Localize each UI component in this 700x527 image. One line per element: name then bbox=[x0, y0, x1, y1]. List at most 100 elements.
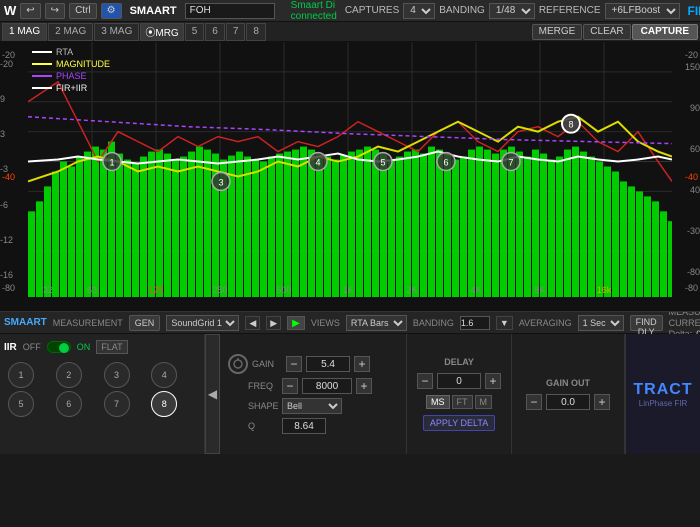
iir-toggle[interactable] bbox=[47, 341, 71, 353]
gain-out-minus-button[interactable]: − bbox=[526, 394, 542, 410]
svg-text:7: 7 bbox=[508, 158, 513, 168]
redo-button[interactable]: ↪ bbox=[45, 3, 65, 19]
clear-button[interactable]: CLEAR bbox=[583, 24, 630, 40]
q-input[interactable]: 8.64 bbox=[282, 418, 326, 434]
legend-rta-label: RTA bbox=[56, 47, 73, 57]
ctrl-button[interactable]: Ctrl bbox=[69, 3, 97, 19]
tab-2mag[interactable]: 2 MAG bbox=[48, 23, 93, 41]
y-axis-right: 150 90 60 40 -30 -80 bbox=[672, 42, 700, 297]
main-display: RTA MAGNITUDE PHASE FIR+IIR -20 9 3 -3 -… bbox=[0, 42, 700, 312]
legend-rta-line bbox=[32, 51, 52, 53]
averaging-label: AVERAGING bbox=[519, 318, 572, 328]
iir-label: IIR bbox=[4, 342, 17, 353]
connection-status: Smaart Di connected bbox=[291, 0, 337, 22]
tab-5[interactable]: 5 bbox=[185, 23, 205, 41]
node-1[interactable]: 1 bbox=[8, 362, 34, 388]
legend-magnitude-label: MAGNITUDE bbox=[56, 59, 110, 69]
delay-controls: − 0 + bbox=[417, 373, 501, 389]
averaging-select[interactable]: 1 Sec bbox=[578, 315, 624, 331]
node-5[interactable]: 5 bbox=[8, 391, 34, 417]
banding-down-button[interactable]: ▼ bbox=[496, 316, 513, 330]
legend-phase-label: PHASE bbox=[56, 71, 87, 81]
gain-out-input[interactable]: 0.0 bbox=[546, 394, 590, 410]
banding-label: BANDING bbox=[439, 5, 485, 16]
measurement-label: MEASUREMENT bbox=[53, 318, 123, 328]
svg-text:5: 5 bbox=[380, 158, 385, 168]
reference-select[interactable]: +6LFBoost bbox=[605, 3, 680, 19]
delay-plus-button[interactable]: + bbox=[485, 373, 501, 389]
tract-label: TRACT bbox=[633, 381, 692, 399]
shape-select[interactable]: Bell bbox=[282, 398, 342, 414]
svg-text:250: 250 bbox=[213, 285, 228, 295]
measurement-bar: SMAART MEASUREMENT GEN SoundGrid 1 ◀ ▶ ▶… bbox=[0, 312, 700, 334]
capture-button[interactable]: CAPTURE bbox=[632, 24, 698, 40]
banding-input[interactable] bbox=[460, 316, 490, 330]
node-2[interactable]: 2 bbox=[56, 362, 82, 388]
m-button[interactable]: M bbox=[475, 395, 493, 409]
node-6[interactable]: 6 bbox=[56, 391, 82, 417]
node-power-button[interactable] bbox=[228, 354, 248, 374]
ms-button[interactable]: MS bbox=[426, 395, 450, 409]
freq-input[interactable]: 8000 bbox=[302, 378, 352, 394]
gain-out-section: GAIN OUT − 0.0 + bbox=[512, 334, 625, 454]
node-7[interactable]: 7 bbox=[104, 391, 130, 417]
svg-text:8: 8 bbox=[568, 120, 573, 130]
nav-left-iir[interactable]: ◀ bbox=[205, 334, 220, 454]
banding-select[interactable]: 1/48 bbox=[489, 3, 535, 19]
y-axis-left: -20 9 3 -3 -6 -12 -16 bbox=[0, 42, 28, 297]
gain-minus-button[interactable]: − bbox=[286, 356, 302, 372]
tab-bar: 1 MAG 2 MAG 3 MAG ⦿MRG 5 6 7 8 MERGE CLE… bbox=[0, 22, 700, 42]
freq-plus-button[interactable]: + bbox=[356, 378, 372, 394]
delay-minus-button[interactable]: − bbox=[417, 373, 433, 389]
chart-svg: 1 3 4 5 6 7 8 32 63 125 250 500 1K 2K 4K… bbox=[28, 42, 672, 297]
find-dly-button[interactable]: FIND DLY bbox=[630, 315, 663, 331]
iir-off-label: OFF bbox=[23, 342, 41, 352]
tab-1mag[interactable]: 1 MAG bbox=[2, 23, 47, 41]
delay-input[interactable]: 0 bbox=[437, 373, 481, 389]
gain-out-controls: − 0.0 + bbox=[526, 394, 610, 410]
svg-text:125: 125 bbox=[149, 285, 164, 295]
play-button[interactable]: ▶ bbox=[287, 316, 305, 330]
captures-select[interactable]: 4 bbox=[403, 3, 435, 19]
views-select[interactable]: RTA Bars bbox=[346, 315, 407, 331]
svg-text:32: 32 bbox=[43, 285, 53, 295]
source-select[interactable]: SoundGrid 1 bbox=[166, 315, 239, 331]
tab-8[interactable]: 8 bbox=[246, 23, 266, 41]
settings-button[interactable]: ⚙ bbox=[101, 3, 122, 19]
node-4[interactable]: 4 bbox=[151, 362, 177, 388]
merge-button[interactable]: MERGE bbox=[532, 24, 583, 40]
captures-label: CAPTURES bbox=[345, 5, 399, 16]
ft-button[interactable]: FT bbox=[452, 395, 473, 409]
tab-3mag[interactable]: 3 MAG bbox=[94, 23, 139, 41]
apply-delta-button[interactable]: APPLY DELTA bbox=[423, 415, 495, 431]
delay-section: DELAY − 0 + MS FT M APPLY DELTA bbox=[407, 334, 512, 454]
banding-bottom-label: BANDING bbox=[413, 318, 454, 328]
svg-text:500: 500 bbox=[277, 285, 292, 295]
smaart-title: SMAART bbox=[130, 5, 177, 17]
node-3[interactable]: 3 bbox=[104, 362, 130, 388]
iir-controls: IIR OFF ON FLAT 1 2 3 4 5 6 7 8 bbox=[0, 334, 205, 454]
tab-7[interactable]: 7 bbox=[226, 23, 246, 41]
tab-6[interactable]: 6 bbox=[205, 23, 225, 41]
tab-mrg[interactable]: ⦿MRG bbox=[140, 23, 183, 41]
legend-firiir-label: FIR+IIR bbox=[56, 83, 87, 93]
gen-button[interactable]: GEN bbox=[129, 315, 161, 331]
iir-header: IIR OFF ON FLAT bbox=[4, 338, 200, 356]
freq-minus-button[interactable]: − bbox=[282, 378, 298, 394]
top-bar: W ↩ ↪ Ctrl ⚙ SMAART Smaart Di connected … bbox=[0, 0, 700, 22]
gain-plus-button[interactable]: + bbox=[354, 356, 370, 372]
chart-legend: RTA MAGNITUDE PHASE FIR+IIR bbox=[32, 47, 110, 93]
svg-text:4K: 4K bbox=[470, 285, 481, 295]
foh-input[interactable] bbox=[185, 3, 275, 19]
iir-flat-button[interactable]: FLAT bbox=[96, 340, 127, 354]
next-button[interactable]: ▶ bbox=[266, 316, 281, 330]
legend-firiir-line bbox=[32, 87, 52, 89]
gain-out-plus-button[interactable]: + bbox=[594, 394, 610, 410]
node-8[interactable]: 8 bbox=[151, 391, 177, 417]
undo-button[interactable]: ↩ bbox=[20, 3, 40, 19]
tract-section: TRACT LinPhase FIR bbox=[625, 334, 700, 454]
gain-input[interactable]: 5.4 bbox=[306, 356, 350, 372]
svg-text:1K: 1K bbox=[342, 285, 353, 295]
fir-label: FIR bbox=[688, 4, 700, 18]
prev-button[interactable]: ◀ bbox=[245, 316, 260, 330]
